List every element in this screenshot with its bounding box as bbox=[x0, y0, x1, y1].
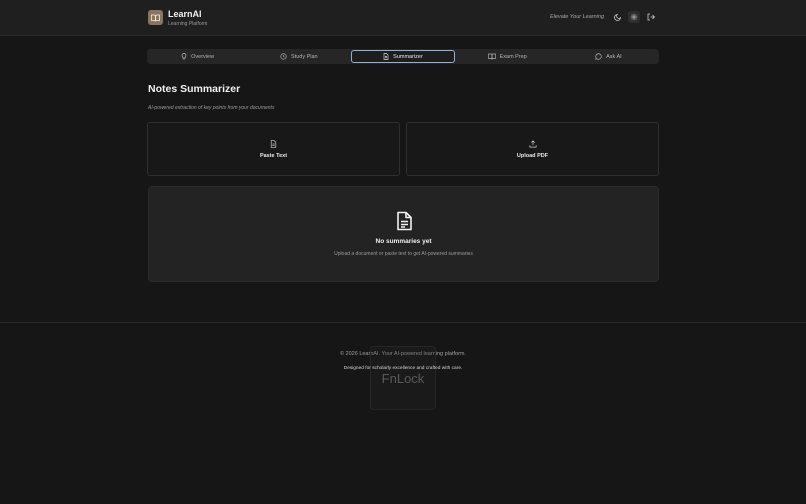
lightbulb-icon bbox=[181, 53, 187, 60]
book-icon bbox=[487, 53, 496, 60]
tab-label: Summarizer bbox=[393, 53, 423, 60]
header-tagline: Elevate Your Learning bbox=[550, 14, 605, 20]
tab-summarizer[interactable]: Summarizer bbox=[351, 50, 455, 63]
document-icon bbox=[270, 139, 277, 148]
app-header: LearnAI Learning Platform Elevate Your L… bbox=[0, 0, 806, 36]
page-subtitle: AI-powered extraction of key points from… bbox=[148, 105, 275, 111]
paste-text-label: Paste Text bbox=[259, 152, 288, 159]
tab-label: Exam Prep bbox=[499, 53, 527, 60]
brand-subtitle: Learning Platform bbox=[168, 21, 208, 27]
empty-state-subtitle: Upload a document or paste text to get A… bbox=[334, 251, 473, 257]
paste-text-button[interactable]: Paste Text bbox=[147, 122, 400, 176]
moon-icon[interactable] bbox=[612, 11, 624, 23]
upload-icon bbox=[529, 139, 536, 147]
brand-title[interactable]: LearnAI bbox=[168, 9, 202, 19]
tab-label: Ask AI bbox=[606, 53, 622, 60]
tab-exam-prep[interactable]: Exam Prep bbox=[457, 49, 558, 64]
main-tabs: Overview Study Plan Summarizer Exam Prep… bbox=[147, 49, 659, 64]
fnlock-overlay: FnLock bbox=[370, 346, 436, 410]
footer-divider bbox=[0, 322, 806, 323]
upload-pdf-button[interactable]: Upload PDF bbox=[406, 122, 659, 176]
upload-pdf-label: Upload PDF bbox=[516, 152, 549, 159]
footer-tagline: Designed for scholarly excellence and cr… bbox=[343, 366, 463, 371]
settings-icon[interactable] bbox=[628, 11, 640, 23]
tab-study-plan[interactable]: Study Plan bbox=[248, 49, 349, 64]
logout-icon[interactable] bbox=[645, 11, 657, 23]
page-title: Notes Summarizer bbox=[148, 83, 241, 95]
tab-ask-ai[interactable]: Ask AI bbox=[558, 49, 659, 64]
empty-state-title: No summaries yet bbox=[375, 238, 432, 245]
tab-label: Overview bbox=[191, 53, 215, 60]
chat-icon bbox=[595, 53, 602, 60]
tab-overview[interactable]: Overview bbox=[147, 49, 248, 64]
document-icon bbox=[395, 211, 413, 236]
logo-book-icon[interactable] bbox=[148, 10, 163, 25]
empty-state-panel: No summaries yet Upload a document or pa… bbox=[148, 186, 659, 282]
document-icon bbox=[383, 53, 389, 60]
tab-label: Study Plan bbox=[291, 53, 318, 60]
clock-icon bbox=[280, 53, 287, 60]
